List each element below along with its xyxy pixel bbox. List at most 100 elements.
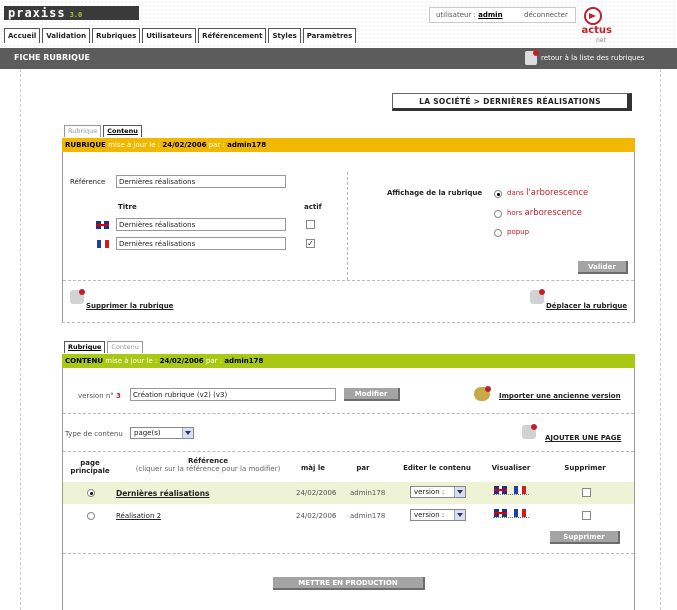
contenu-head-user: admin178: [224, 357, 264, 365]
col-visualiser: Visualiser: [491, 464, 531, 472]
principale-radio-row1[interactable]: [87, 489, 95, 497]
col-supprimer: Supprimer: [564, 464, 606, 472]
affichage-hors-radio[interactable]: [494, 210, 502, 218]
back-to-list-link[interactable]: retour à la liste des rubriques: [541, 54, 644, 62]
delete-rubrique-icon[interactable]: [70, 289, 85, 304]
version-select-value: version :: [414, 488, 445, 496]
rubrique-head-updated: mise à jour le :: [108, 141, 161, 149]
version-select-row2[interactable]: version :: [410, 509, 466, 521]
contenu-panel-header: CONTENU mise à jour le : 24/02/2006 par …: [62, 354, 635, 368]
type-contenu-label: Type de contenu: [65, 430, 123, 438]
type-contenu-value: page(s): [134, 429, 161, 437]
deplacer-rubrique-link[interactable]: Déplacer la rubrique: [546, 302, 627, 310]
chevron-down-icon: [454, 487, 465, 497]
reference-label: Référence: [70, 178, 106, 186]
app-logo: praxiss 3.0: [4, 6, 139, 20]
import-version-icon[interactable]: [474, 386, 491, 401]
actus-logo-icon: [584, 7, 602, 25]
rubrique-panel-bottom: [62, 322, 635, 323]
nav-tab-styles[interactable]: Styles: [268, 28, 301, 43]
version-input[interactable]: [130, 388, 336, 401]
reference-input[interactable]: [116, 175, 286, 188]
nav-tab-utilisateurs[interactable]: Utilisateurs: [142, 28, 197, 43]
version-badge: 3.0: [69, 11, 83, 19]
supprimer-checkbox-row2[interactable]: [582, 511, 591, 520]
actif-label: actif: [304, 203, 322, 211]
tab-contenu[interactable]: Contenu: [103, 125, 142, 137]
user-name-link[interactable]: admin: [478, 11, 502, 19]
col-maj: màj le: [300, 464, 325, 472]
table-bottom-separator: [63, 553, 634, 554]
supprimer-checkbox-row1[interactable]: [582, 488, 591, 497]
version-select-value: version :: [414, 511, 445, 519]
modifier-button[interactable]: Modifier: [344, 388, 400, 401]
importer-version-link[interactable]: Importer une ancienne version: [499, 392, 621, 400]
date-row1: 24/02/2006: [296, 489, 337, 497]
rubrique-divider: [347, 172, 348, 280]
page-titlebar: FICHE RUBRIQUE retour à la liste des rub…: [0, 48, 677, 69]
col-page-principale: page principale: [70, 459, 110, 475]
user-panel: utilisateur : admin déconnecter: [429, 7, 576, 23]
supprimer-pages-button[interactable]: Supprimer: [550, 531, 620, 544]
rubrique-head-by: par :: [208, 141, 225, 149]
contenu-head-date: 24/02/2006: [159, 357, 204, 365]
affichage-dans-radio[interactable]: [494, 190, 502, 198]
chevron-down-icon: [182, 428, 193, 438]
version-select-row1[interactable]: version :: [410, 486, 466, 498]
affichage-popup-radio[interactable]: [494, 229, 502, 237]
col-par: par: [356, 464, 370, 472]
mettre-en-production-button[interactable]: METTRE EN PRODUCTION: [273, 577, 425, 590]
uk-flag-icon: [96, 221, 109, 229]
guide-line: [660, 69, 661, 610]
principale-radio-row2[interactable]: [87, 512, 95, 520]
tab-rubrique[interactable]: Rubrique: [64, 125, 102, 137]
user-row2: admin178: [350, 512, 386, 520]
logo-text: praxiss: [8, 6, 66, 20]
rubrique-head-date: 24/02/2006: [162, 141, 207, 149]
add-page-icon[interactable]: [522, 424, 537, 439]
titre-fr-input[interactable]: [116, 237, 286, 250]
rubrique-separator: [63, 280, 634, 281]
ajouter-page-link[interactable]: AJOUTER UNE PAGE: [545, 434, 621, 442]
fr-flag-icon: [97, 240, 109, 248]
contenu-head-by: par :: [205, 357, 223, 365]
tab-contenu[interactable]: Contenu: [107, 341, 143, 353]
titre-en-input[interactable]: [116, 218, 286, 231]
contenu-head-updated: mise à jour le :: [105, 357, 158, 365]
rubrique-panel-tabs: Rubrique Contenu: [64, 125, 144, 137]
preview-fr-icon[interactable]: [514, 486, 526, 494]
rubrique-head-user: admin178: [227, 141, 267, 149]
preview-uk-icon[interactable]: [494, 486, 507, 494]
contenu-separator: [63, 413, 634, 414]
rubrique-panel-header: RUBRIQUE mise à jour le : 24/02/2006 par…: [62, 138, 635, 152]
nav-tab-accueil[interactable]: Accueil: [4, 28, 41, 43]
back-list-icon[interactable]: [525, 50, 539, 65]
nav-tab-validation[interactable]: Validation: [42, 28, 91, 43]
move-rubrique-icon[interactable]: [530, 289, 545, 304]
page: praxiss 3.0 utilisateur : admin déconnect…: [0, 0, 677, 610]
actif-fr-checkbox[interactable]: ✓: [306, 239, 315, 248]
supprimer-rubrique-link[interactable]: Supprimer la rubrique: [86, 302, 173, 310]
actif-en-checkbox[interactable]: [306, 220, 315, 229]
user-label: utilisateur :: [436, 11, 476, 19]
rubrique-head-label: RUBRIQUE: [65, 141, 106, 149]
table-top-separator: [63, 451, 634, 452]
brand-subtext: net: [596, 37, 606, 44]
reference-link-row2[interactable]: Réalisation 2: [116, 512, 161, 520]
valider-button[interactable]: Valider: [578, 261, 628, 274]
logout-link[interactable]: déconnecter: [524, 8, 568, 22]
nav-tab-referencement[interactable]: Référencement: [198, 28, 267, 43]
date-row2: 24/02/2006: [296, 512, 337, 520]
col-reference-hint: (cliquer sur la référence pour la modifi…: [135, 465, 281, 473]
top-header: praxiss 3.0 utilisateur : admin déconnect…: [0, 0, 677, 48]
preview-fr-icon[interactable]: [514, 509, 526, 517]
reference-link-row1[interactable]: Dernières réalisations: [116, 489, 210, 498]
tab-rubrique[interactable]: Rubrique: [64, 341, 106, 353]
col-reference: Référence (cliquer sur la référence pour…: [118, 457, 298, 473]
nav-tab-rubriques[interactable]: Rubriques: [92, 28, 141, 43]
type-contenu-select[interactable]: page(s): [130, 427, 194, 439]
col-editer: Editer le contenu: [403, 464, 471, 472]
preview-uk-icon[interactable]: [494, 509, 507, 517]
brand-text: actus: [581, 25, 612, 36]
nav-tab-parametres[interactable]: Paramètres: [302, 28, 357, 43]
